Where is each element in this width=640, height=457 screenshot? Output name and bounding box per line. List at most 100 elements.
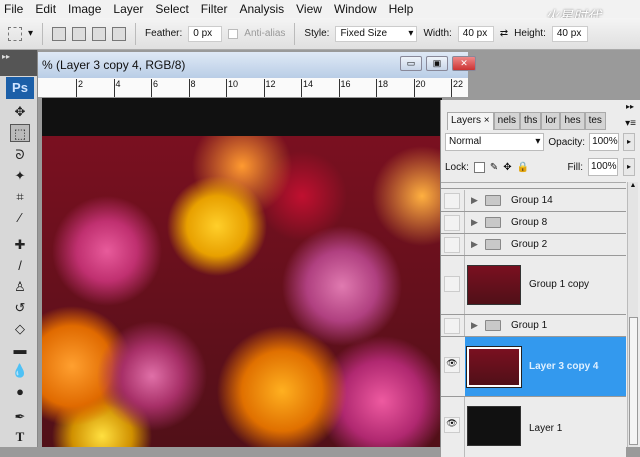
visibility-toggle[interactable] — [444, 193, 460, 209]
ps-logo[interactable]: Ps — [6, 77, 34, 99]
layer-row-group-1-copy[interactable]: Group 1 copy — [441, 256, 626, 315]
subtract-selection-icon[interactable] — [92, 26, 107, 41]
layers-list: ▶ Group 14 ▶ Group 8 ▶ Group 2 Group 1 copy… — [441, 182, 626, 457]
close-button[interactable]: ✕ — [452, 56, 476, 71]
panel-collapse-icon[interactable]: ▸▸ — [626, 102, 634, 111]
menu-layer[interactable]: Layer — [113, 2, 143, 16]
tab-styles[interactable]: tes — [584, 112, 606, 130]
lock-pixels-icon[interactable]: ✎ — [490, 162, 498, 173]
chevron-down-icon[interactable]: ▾ — [28, 28, 33, 39]
clone-stamp-icon[interactable]: ♙ — [10, 278, 30, 296]
tab-swatches[interactable]: hes — [560, 112, 585, 130]
layer-row-group-1[interactable]: ▶ Group 1 — [441, 315, 626, 337]
magic-wand-icon[interactable]: ✦ — [10, 167, 30, 185]
tab-layers[interactable]: Layers × — [447, 112, 494, 130]
intersect-selection-icon[interactable] — [112, 26, 127, 41]
brush-tool-icon[interactable]: / — [10, 257, 30, 275]
folder-icon — [485, 239, 501, 250]
menu-analysis[interactable]: Analysis — [239, 2, 284, 16]
menu-image[interactable]: Image — [68, 2, 101, 16]
scrollbar-thumb[interactable] — [629, 317, 638, 445]
minimize-button[interactable]: ▭ — [400, 56, 422, 71]
menu-edit[interactable]: Edit — [35, 2, 56, 16]
fill-input[interactable]: 100% — [588, 158, 618, 176]
layer-name: Group 14 — [511, 195, 553, 206]
tab-paths[interactable]: ths — [520, 112, 542, 130]
new-selection-icon[interactable] — [52, 26, 67, 41]
panel-menu-icon[interactable]: ▾≡ — [625, 118, 636, 129]
fill-slider-button[interactable]: ▸ — [623, 158, 635, 176]
layers-scrollbar[interactable]: ▲ — [627, 182, 638, 447]
menu-file[interactable]: File — [4, 2, 23, 16]
type-tool-icon[interactable]: T — [10, 428, 30, 446]
opacity-input[interactable]: 100% — [589, 133, 620, 151]
layer-name: Layer 1 — [529, 423, 563, 434]
layer-row-layer-1[interactable]: 👁 Layer 1 — [441, 397, 626, 457]
tools-panel: ▸▸ Ps ✥ ⬚ ᘐ ✦ ⌗ ⁄ ✚ / ♙ ↺ ◇ ▬ 💧 ● ✒ T — [0, 50, 38, 447]
crop-tool-icon[interactable]: ⌗ — [10, 188, 30, 206]
blend-mode-select[interactable]: Normal — [445, 133, 545, 151]
panel-collapse-icon[interactable]: ▸▸ — [0, 50, 37, 76]
add-selection-icon[interactable] — [72, 26, 87, 41]
scroll-up-icon[interactable]: ▲ — [628, 182, 638, 189]
maximize-button[interactable]: ▣ — [426, 56, 448, 71]
menu-select[interactable]: Select — [155, 2, 188, 16]
expand-triangle-icon[interactable]: ▶ — [471, 320, 478, 331]
expand-triangle-icon[interactable]: ▶ — [471, 195, 478, 206]
layer-name: Group 1 — [511, 320, 548, 331]
lock-position-icon[interactable]: ✥ — [503, 162, 511, 173]
move-tool-icon[interactable]: ✥ — [10, 103, 30, 121]
folder-icon — [485, 320, 501, 331]
ruler-tick-label: 18 — [376, 79, 388, 97]
style-select[interactable]: Fixed Size ▾ — [335, 25, 418, 42]
opacity-slider-button[interactable]: ▸ — [623, 133, 635, 151]
visibility-toggle[interactable] — [444, 318, 460, 334]
antialias-checkbox[interactable] — [228, 28, 239, 39]
fill-label: Fill: — [567, 161, 583, 173]
width-input[interactable]: 40 px — [457, 25, 494, 42]
layer-row-group-2[interactable]: ▶ Group 2 — [441, 234, 626, 256]
lock-transparency-icon[interactable] — [473, 161, 485, 173]
swap-icon[interactable]: ⇄ — [500, 28, 508, 39]
history-brush-icon[interactable]: ↺ — [10, 299, 30, 317]
close-icon[interactable]: × — [484, 115, 490, 126]
layer-row-layer-3-copy-4[interactable]: 👁 Layer 3 copy 4 — [441, 337, 626, 397]
layer-name: Group 2 — [511, 239, 548, 250]
lock-all-icon[interactable]: 🔒 — [517, 162, 529, 173]
menu-window[interactable]: Window — [334, 2, 377, 16]
roses-image — [42, 136, 442, 447]
tab-channels[interactable]: nels — [493, 112, 520, 130]
expand-triangle-icon[interactable]: ▶ — [471, 217, 478, 228]
marquee-tool-icon[interactable]: ⬚ — [10, 124, 30, 142]
layer-row-group-8[interactable]: ▶ Group 8 — [441, 212, 626, 234]
tab-color[interactable]: lor — [541, 112, 561, 130]
eye-icon[interactable]: 👁 — [444, 357, 460, 373]
eye-icon[interactable]: 👁 — [444, 417, 460, 433]
feather-input[interactable]: 0 px — [188, 25, 223, 42]
height-input[interactable]: 40 px — [551, 25, 588, 42]
document-titlebar: % (Layer 3 copy 4, RGB/8) ▭ ▣ ✕ — [38, 52, 476, 78]
tab-label: Layers — [451, 115, 482, 126]
menu-help[interactable]: Help — [389, 2, 414, 16]
gradient-tool-icon[interactable]: ▬ — [10, 341, 30, 359]
eraser-icon[interactable]: ◇ — [10, 320, 30, 338]
opacity-label: Opacity: — [548, 136, 586, 148]
canvas[interactable] — [42, 98, 442, 447]
visibility-toggle[interactable] — [444, 215, 460, 231]
dodge-tool-icon[interactable]: ● — [10, 383, 30, 401]
menu-filter[interactable]: Filter — [201, 2, 228, 16]
pen-tool-icon[interactable]: ✒ — [10, 408, 30, 426]
layer-name: Group 8 — [511, 217, 548, 228]
layer-row-group-14[interactable]: ▶ Group 14 — [441, 190, 626, 212]
ruler-tick-label: 14 — [301, 79, 313, 97]
visibility-toggle[interactable] — [444, 276, 460, 292]
visibility-toggle[interactable] — [444, 237, 460, 253]
eyedropper-icon[interactable]: ⁄ — [10, 209, 30, 227]
document-window: % (Layer 3 copy 4, RGB/8) ▭ ▣ ✕ 2 4 6 8 10 12… — [38, 52, 476, 447]
expand-triangle-icon[interactable]: ▶ — [471, 239, 478, 250]
blur-tool-icon[interactable]: 💧 — [10, 362, 30, 380]
marquee-preset-icon[interactable] — [8, 26, 22, 41]
healing-brush-icon[interactable]: ✚ — [10, 236, 30, 254]
menu-view[interactable]: View — [296, 2, 322, 16]
lasso-tool-icon[interactable]: ᘐ — [10, 146, 30, 164]
